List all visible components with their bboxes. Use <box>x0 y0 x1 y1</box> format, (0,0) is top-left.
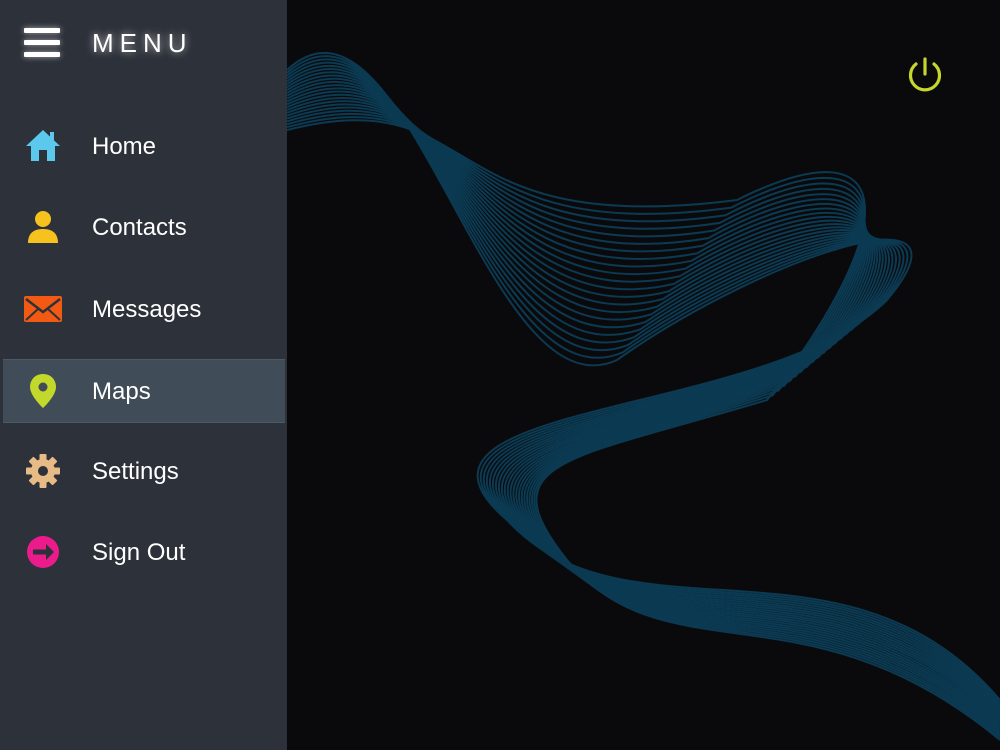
envelope-icon <box>24 291 62 327</box>
nav-item-label: Sign Out <box>92 539 186 566</box>
power-button[interactable] <box>904 54 946 96</box>
wave-line <box>287 77 1000 716</box>
nav-item-label: Settings <box>92 458 179 485</box>
gear-icon <box>24 453 62 489</box>
nav-item-maps[interactable]: Maps <box>3 359 285 423</box>
wave-background <box>287 51 1000 741</box>
nav-item-contacts[interactable]: Contacts <box>3 196 285 258</box>
nav-item-label: Messages <box>92 296 202 323</box>
nav-item-messages[interactable]: Messages <box>3 278 285 340</box>
menu-header: MENU <box>0 0 287 88</box>
home-icon <box>24 128 62 164</box>
menu-title: MENU <box>92 28 193 58</box>
wave-line <box>287 71 1000 713</box>
nav-item-label: Contacts <box>92 214 187 241</box>
nav-item-home[interactable]: Home <box>3 115 285 177</box>
user-icon <box>24 209 62 245</box>
nav-item-label: Maps <box>92 378 151 405</box>
nav-item-settings[interactable]: Settings <box>3 440 285 502</box>
power-icon <box>908 57 942 92</box>
main-content <box>287 0 1000 750</box>
hamburger-menu-icon[interactable] <box>24 28 60 60</box>
map-pin-icon <box>24 373 62 409</box>
sign-out-icon <box>24 534 62 570</box>
sidebar: MENU Home Contacts Messages Maps Setting… <box>0 0 287 750</box>
wave-line <box>287 74 1000 715</box>
nav-item-label: Home <box>92 133 157 160</box>
nav-item-sign-out[interactable]: Sign Out <box>3 521 285 583</box>
